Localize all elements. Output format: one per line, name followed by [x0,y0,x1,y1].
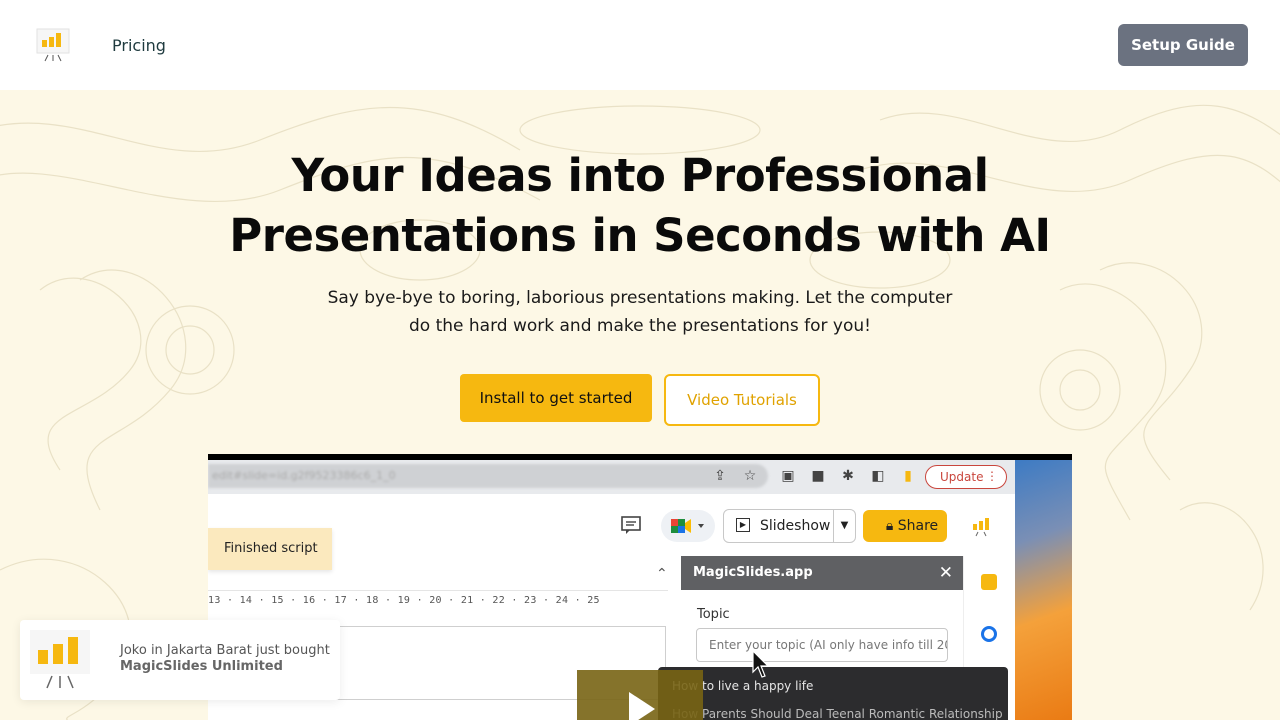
purchase-product: MagicSlides Unlimited [120,659,283,674]
magicslides-toolbar-logo[interactable] [970,515,992,537]
meet-button[interactable] [661,510,715,542]
camera-icon[interactable]: ■ [808,466,828,486]
topic-input[interactable] [696,628,948,662]
meet-icon [671,519,704,533]
hero-title-line2: Presentations in Seconds with AI [229,209,1051,262]
hero-title: Your Ideas into Professional Presentatio… [140,146,1140,266]
browser-update-button[interactable]: Update ⋮ [925,465,1007,489]
magicslides-logo[interactable] [36,28,70,62]
update-label: Update [940,470,984,484]
hero-subtitle-line1: Say bye-bye to boring, laborious present… [327,288,953,308]
lock-icon: 🔒︎ [885,518,894,534]
slideshow-button[interactable]: ▶ Slideshow ▼ [723,509,856,543]
finished-script-toast: Finished script [208,528,332,570]
play-icon [629,692,655,720]
setup-guide-button[interactable]: Setup Guide [1118,24,1248,66]
hero-subtitle-line2: do the hard work and make the presentati… [409,316,871,336]
slideshow-label: Slideshow [760,518,831,534]
present-icon: ▶ [736,518,750,532]
panel-header: MagicSlides.app ✕ [681,556,963,590]
image-icon[interactable]: ▣ [778,466,798,486]
share-label: Share [897,518,939,534]
mouse-cursor-icon [752,650,770,678]
magicslides-logo [30,630,90,689]
nav-pricing-link[interactable]: Pricing [112,36,166,55]
install-button[interactable]: Install to get started [460,374,652,422]
purchase-text: Joko in Jakarta Barat just bought [120,643,330,658]
video-play-button[interactable] [577,670,703,720]
purchase-notification[interactable]: Joko in Jakarta Barat just bought MagicS… [20,620,340,700]
topic-label: Topic [697,607,730,622]
slideshow-dropdown-icon[interactable]: ▼ [833,510,855,542]
share-button[interactable]: 🔒︎ Share [863,510,947,542]
browser-toolbar: edit#slide=id.g2f9523386c6_1_0 ⇪ ☆ ▣ ■ ✱… [208,460,1015,494]
share-page-icon[interactable]: ⇪ [710,466,730,486]
more-vert-icon: ⋮ [986,469,998,483]
topic-suggestions: How to live a happy life How Parents Sho… [658,667,1008,720]
hero-subtitle: Say bye-bye to boring, laborious present… [320,284,960,340]
suggestion-item[interactable]: How Parents Should Deal Teenal Romantic … [672,707,1003,720]
panel-title: MagicSlides.app [693,565,813,580]
address-bar[interactable]: edit#slide=id.g2f9523386c6_1_0 [208,464,768,488]
comment-icon[interactable] [620,514,642,536]
chevron-up-icon[interactable]: ⌃ [656,566,668,582]
sidepanel-icon[interactable]: ◧ [868,466,888,486]
hero-title-line1: Your Ideas into Professional [291,149,989,202]
bookmark-star-icon[interactable]: ☆ [740,466,760,486]
video-tutorials-button[interactable]: Video Tutorials [664,374,820,426]
close-icon[interactable]: ✕ [939,556,953,590]
top-navbar: Pricing Setup Guide [0,0,1280,90]
tasks-icon[interactable] [981,626,997,642]
magicslides-extension-icon[interactable]: ▮ [898,466,918,486]
extensions-icon[interactable]: ✱ [838,466,858,486]
slide-ruler: 13 · 14 · 15 · 16 · 17 · 18 · 19 · 20 · … [208,590,668,610]
keep-icon[interactable] [981,574,997,590]
desktop-wallpaper [1015,460,1072,720]
